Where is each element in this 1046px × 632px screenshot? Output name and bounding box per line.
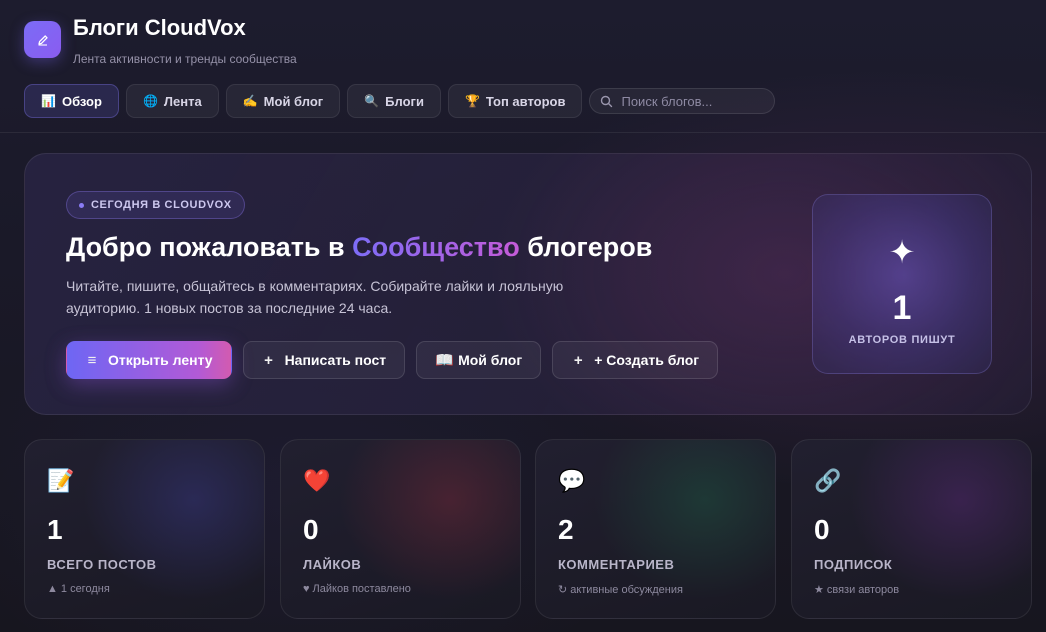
card-glow — [851, 440, 1031, 600]
refresh-icon: ↻ — [558, 584, 568, 596]
trophy-icon: 🏆 — [464, 94, 480, 108]
speech-bubble-icon: 💬 — [558, 468, 586, 493]
write-post-label: Написать пост — [284, 352, 387, 368]
hero-title-end: блогеров — [519, 232, 653, 262]
book-icon: 📖 — [435, 352, 454, 369]
stat-value: 1 — [47, 514, 63, 545]
list-icon: ≡ — [87, 351, 97, 369]
search-icon: 🔍 — [364, 94, 380, 108]
nav-tab-label: Лента — [163, 93, 202, 109]
plus-icon: + — [264, 351, 273, 369]
stat-subtext: ★ связи авторов — [814, 583, 899, 596]
stat-value: 0 — [814, 514, 830, 545]
sparkle-icon: ✦ — [888, 234, 916, 270]
nav-tab-label: Мой блог — [263, 93, 324, 109]
writing-hand-icon: ✍️ — [242, 94, 258, 108]
nav-tab-label: Обзор — [61, 93, 102, 109]
nav-tab-label: Топ авторов — [485, 93, 566, 109]
stat-card-comments: 💬 2 КОММЕНТАРИЕВ ↻ активные обсуждения — [535, 439, 776, 619]
stat-subtext-label: активные обсуждения — [570, 584, 683, 596]
main-nav: 📊 Обзор 🌐 Лента ✍️ Мой блог 🔍 Блоги 🏆 То… — [24, 84, 776, 118]
small-heart-icon: ♥ — [303, 583, 310, 595]
stat-value: 0 — [303, 514, 319, 545]
stat-card-likes: ❤️ 0 ЛАЙКОВ ♥ Лайков поставлено — [280, 439, 521, 619]
stat-card-subscriptions: 🔗 0 ПОДПИСОК ★ связи авторов — [791, 439, 1032, 619]
hero-actions: ≡ Открыть ленту + Написать пост 📖 Мой бл… — [66, 341, 719, 379]
heart-icon: ❤️ — [303, 468, 331, 493]
plus-icon: + — [573, 351, 583, 369]
stat-card-posts: 📝 1 ВСЕГО ПОСТОВ ▲ 1 сегодня — [24, 439, 265, 619]
card-glow — [595, 440, 775, 600]
hero-title-accent: Сообщество — [352, 232, 520, 262]
active-authors-value: 1 — [892, 289, 912, 327]
app-title: Блоги CloudVox — [73, 15, 246, 40]
stat-label: ВСЕГО ПОСТОВ — [47, 557, 157, 572]
nav-tab-overview[interactable]: 📊 Обзор — [24, 84, 119, 118]
badge-dot-icon — [79, 202, 84, 208]
search-box[interactable] — [589, 88, 776, 114]
stat-subtext: ♥ Лайков поставлено — [303, 583, 411, 595]
hero-title-start: Добро пожаловать в — [66, 232, 353, 262]
nav-tab-blogs[interactable]: 🔍 Блоги — [347, 84, 441, 118]
globe-icon: 🌐 — [142, 94, 158, 108]
nav-tab-top-authors[interactable]: 🏆 Топ авторов — [447, 84, 583, 118]
app-subtitle: Лента активности и тренды сообщества — [73, 52, 297, 66]
stat-subtext-label: 1 сегодня — [60, 583, 110, 595]
hero-panel: СЕГОДНЯ В CLOUDVOX Добро пожаловать в Со… — [24, 153, 1032, 415]
hero-title: Добро пожаловать в Сообщество блогеров — [66, 232, 652, 263]
stat-subtext: ↻ активные обсуждения — [558, 583, 683, 596]
create-blog-label: + Создать блог — [594, 352, 700, 368]
stat-subtext-label: связи авторов — [826, 584, 900, 596]
stat-subtext-label: Лайков поставлено — [312, 583, 411, 595]
stat-label: ЛАЙКОВ — [303, 557, 362, 572]
search-input[interactable] — [621, 93, 762, 109]
open-feed-button[interactable]: ≡ Открыть ленту — [66, 341, 232, 379]
my-blog-button[interactable]: 📖 Мой блог — [416, 341, 542, 379]
chart-icon: 📊 — [41, 94, 56, 108]
active-authors-label: АВТОРОВ ПИШУТ — [848, 334, 956, 346]
stat-subtext: ▲ 1 сегодня — [47, 583, 110, 595]
active-authors-card: ✦ 1 АВТОРОВ ПИШУТ — [812, 194, 992, 374]
nav-tab-my-blog[interactable]: ✍️ Мой блог — [225, 84, 341, 118]
stat-label: ПОДПИСОК — [814, 557, 893, 572]
search-icon — [601, 95, 613, 107]
star-icon: ★ — [814, 584, 824, 596]
my-blog-label: Мой блог — [458, 352, 523, 368]
header: Блоги CloudVox Лента активности и тренды… — [0, 0, 1046, 133]
create-blog-button[interactable]: + + Создать блог — [552, 341, 719, 379]
badge-label: СЕГОДНЯ В CLOUDVOX — [91, 199, 232, 211]
stat-label: КОММЕНТАРИЕВ — [558, 557, 675, 572]
link-icon: 🔗 — [814, 468, 842, 493]
memo-icon: 📝 — [47, 468, 75, 493]
app-logo[interactable] — [24, 21, 61, 58]
pencil-icon — [37, 34, 48, 46]
hero-description: Читайте, пишите, общайтесь в комментария… — [66, 278, 564, 316]
open-feed-label: Открыть ленту — [108, 352, 213, 368]
stat-value: 2 — [558, 514, 574, 545]
arrow-up-icon: ▲ — [47, 583, 58, 595]
today-badge: СЕГОДНЯ В CLOUDVOX — [66, 191, 245, 219]
card-glow — [340, 440, 520, 600]
nav-tab-feed[interactable]: 🌐 Лента — [125, 84, 219, 118]
write-post-button[interactable]: + Написать пост — [242, 341, 406, 379]
nav-tab-label: Блоги — [385, 93, 424, 109]
card-glow — [84, 440, 264, 600]
